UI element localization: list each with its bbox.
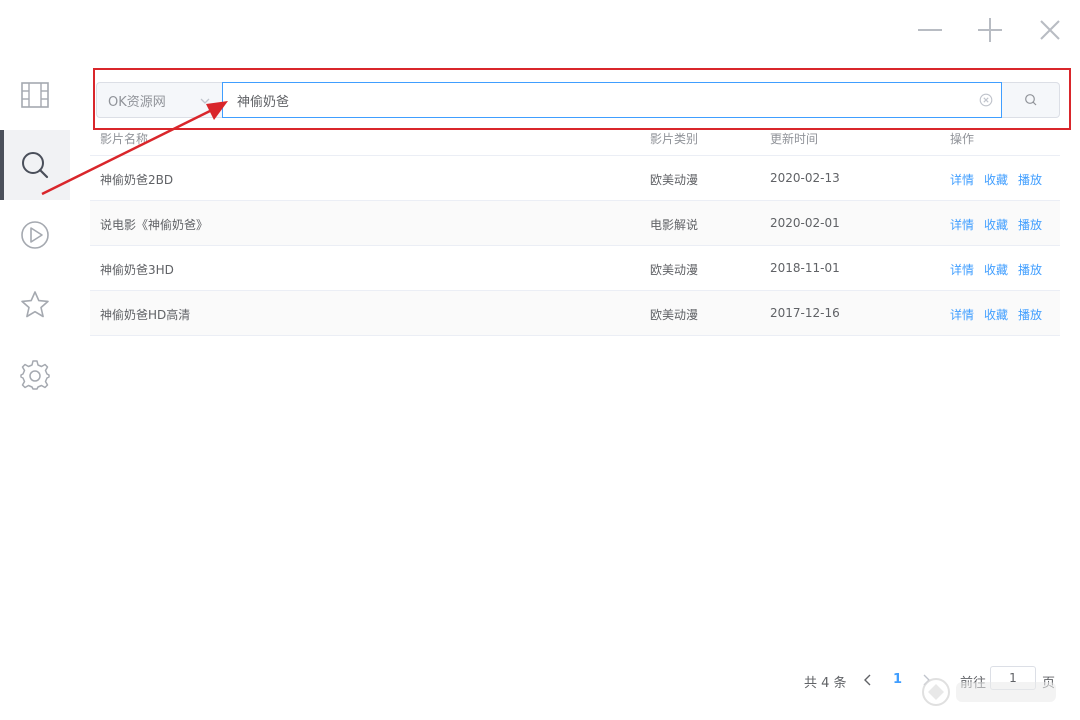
row-name: 神偷奶爸3HD (100, 263, 174, 277)
play-link[interactable]: 播放 (1018, 218, 1042, 232)
play-link[interactable]: 播放 (1018, 263, 1042, 277)
search-input-wrapper (222, 82, 1002, 118)
chevron-right-icon[interactable] (920, 670, 932, 690)
detail-link[interactable]: 详情 (950, 308, 974, 322)
play-link[interactable]: 播放 (1018, 308, 1042, 322)
search-icon (1024, 94, 1036, 106)
search-input[interactable] (223, 83, 963, 117)
sidebar-item-play[interactable] (0, 200, 70, 270)
row-type: 欧美动漫 (650, 173, 699, 187)
clear-icon[interactable] (979, 93, 993, 107)
sidebar-item-settings[interactable] (0, 340, 70, 410)
search-bar: OK资源网 (96, 82, 1060, 118)
table-row: 神偷奶爸2BD 欧美动漫 2020-02-13 详情 收藏 播放 (90, 156, 1060, 201)
search-icon (22, 152, 49, 179)
table-row: 说电影《神偷奶爸》 电影解说 2020-02-01 详情 收藏 播放 (90, 201, 1060, 246)
row-name: 说电影《神偷奶爸》 (100, 218, 209, 232)
page-number[interactable]: 1 (893, 672, 902, 687)
search-button[interactable] (1002, 82, 1060, 118)
header-type: 影片类别 (650, 132, 699, 146)
row-date: 2018-11-01 (770, 261, 840, 275)
table-row: 神偷奶爸HD高清 欧美动漫 2017-12-16 详情 收藏 播放 (90, 291, 1060, 336)
row-ops: 详情 收藏 播放 (950, 261, 1052, 278)
gear-icon (20, 360, 50, 390)
row-date: 2020-02-01 (770, 216, 840, 230)
row-ops: 详情 收藏 播放 (950, 216, 1052, 233)
close-button[interactable] (1035, 14, 1065, 44)
detail-link[interactable]: 详情 (950, 173, 974, 187)
row-date: 2017-12-16 (770, 306, 840, 320)
row-type: 欧美动漫 (650, 263, 699, 277)
favorite-link[interactable]: 收藏 (984, 263, 1008, 277)
goto-label: 前往 (960, 676, 987, 691)
sidebar-item-library[interactable] (0, 60, 70, 130)
minimize-button[interactable] (915, 14, 945, 44)
favorite-link[interactable]: 收藏 (984, 308, 1008, 322)
chevron-down-icon (200, 98, 210, 104)
detail-link[interactable]: 详情 (950, 218, 974, 232)
film-grid-icon (21, 82, 49, 108)
play-icon (21, 221, 49, 249)
sidebar-item-search[interactable] (0, 130, 70, 200)
results-table: 影片名称 影片类别 更新时间 操作 神偷奶爸2BD 欧美动漫 2020-02-1… (90, 126, 1060, 336)
detail-link[interactable]: 详情 (950, 263, 974, 277)
plus-icon (978, 18, 1002, 42)
maximize-button[interactable] (975, 14, 1005, 44)
chevron-left-icon[interactable] (862, 670, 874, 690)
row-name: 神偷奶爸2BD (100, 173, 174, 187)
row-date: 2020-02-13 (770, 171, 840, 185)
pagination-total: 共 4 条 (804, 676, 847, 691)
table-header: 影片名称 影片类别 更新时间 操作 (90, 126, 1060, 156)
page-unit-label: 页 (1042, 676, 1056, 691)
row-type: 电影解说 (650, 218, 699, 232)
star-icon (21, 291, 49, 318)
favorite-link[interactable]: 收藏 (984, 218, 1008, 232)
row-type: 欧美动漫 (650, 308, 699, 322)
sidebar-item-favorites[interactable] (0, 270, 70, 340)
goto-page-input[interactable] (990, 666, 1036, 690)
header-ops: 操作 (950, 132, 975, 146)
close-icon (1040, 20, 1060, 40)
sidebar (0, 60, 70, 420)
source-select-label: OK资源网 (108, 94, 166, 110)
header-name: 影片名称 (100, 132, 149, 146)
source-select[interactable]: OK资源网 (96, 82, 222, 118)
minimize-icon (918, 29, 942, 31)
row-ops: 详情 收藏 播放 (950, 306, 1052, 323)
play-link[interactable]: 播放 (1018, 173, 1042, 187)
row-ops: 详情 收藏 播放 (950, 171, 1052, 188)
favorite-link[interactable]: 收藏 (984, 173, 1008, 187)
header-date: 更新时间 (770, 132, 819, 146)
table-row: 神偷奶爸3HD 欧美动漫 2018-11-01 详情 收藏 播放 (90, 246, 1060, 291)
row-name: 神偷奶爸HD高清 (100, 308, 191, 322)
